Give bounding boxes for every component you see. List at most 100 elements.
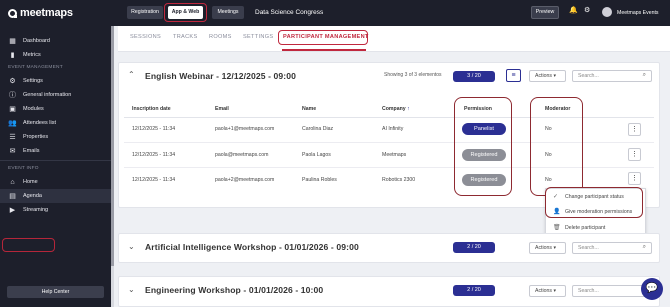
gear-icon: ⚙ <box>9 78 16 85</box>
cell-company: Meetmaps <box>382 152 407 158</box>
cell-name: Paola Lagos <box>302 152 331 158</box>
cell-date: 12/12/2025 - 11:34 <box>132 177 176 183</box>
sort-arrow-icon: ↑ <box>407 106 410 112</box>
chat-support-button[interactable]: 💬 <box>641 278 663 300</box>
top-bar: Registration App & Web Meetings Data Sci… <box>111 0 670 26</box>
avatar[interactable] <box>602 7 612 17</box>
tab-highlight <box>278 30 368 45</box>
caret-down-icon: ▾ <box>553 245 557 251</box>
chat-icon: 💬 <box>645 283 659 294</box>
moderator-column-highlight <box>530 97 583 196</box>
sidebar-scrollbar-thumb[interactable] <box>111 26 114 266</box>
sidebar-item-settings[interactable]: ⚙ Settings <box>0 74 111 88</box>
active-tab-indicator <box>282 49 366 51</box>
sidebar-item-properties[interactable]: ☰ Properties <box>0 130 111 144</box>
row-options-button[interactable]: ⋮ <box>628 172 641 185</box>
search-icon: ⌕ <box>642 244 646 250</box>
more-vertical-icon: ⋮ <box>631 151 638 158</box>
actions-dropdown[interactable]: Actions ▾ <box>529 242 566 254</box>
row-options-button[interactable]: ⋮ <box>628 123 641 136</box>
calendar-icon: ▤ <box>9 193 16 200</box>
more-vertical-icon: ⋮ <box>631 126 638 133</box>
session-card: ⌄ Engineering Workshop - 01/01/2026 - 10… <box>118 276 660 307</box>
column-header-name[interactable]: Name <box>302 106 316 112</box>
sidebar: meetmaps ▦ Dashboard ▮ Metrics EVENT MAN… <box>0 0 111 307</box>
grid-icon: ▦ <box>9 38 16 45</box>
sidebar-item-general-information[interactable]: ⓘ General information <box>0 88 111 102</box>
capacity-badge: 2 / 20 <box>453 285 495 296</box>
column-header-company[interactable]: Company ↑ <box>382 106 410 112</box>
meetings-button[interactable]: Meetings <box>212 6 244 19</box>
chevron-down-icon[interactable]: ⌄ <box>128 285 135 294</box>
cell-company: AI Infinity <box>382 126 404 132</box>
filter-button[interactable]: ≡ <box>506 69 521 82</box>
registration-button[interactable]: Registration <box>127 6 163 19</box>
session-card: ⌄ Artificial Intelligence Workshop - 01/… <box>118 233 660 263</box>
tab-tracks[interactable]: TRACKS <box>173 34 198 40</box>
tabs-bar: SESSIONS TRACKS ROOMS SETTINGS PARTICIPA… <box>118 26 670 52</box>
section-event-info: EVENT INFO <box>8 166 39 171</box>
more-vertical-icon: ⋮ <box>631 175 638 182</box>
session-title: Artificial Intelligence Workshop - 01/01… <box>145 242 359 252</box>
gear-icon[interactable]: ⚙ <box>584 6 590 14</box>
sidebar-item-attendees-list[interactable]: 👥 Attendees list <box>0 116 111 130</box>
properties-icon: ☰ <box>9 134 16 141</box>
sidebar-divider <box>0 160 111 161</box>
cell-email: paola@meetmaps.com <box>215 152 269 158</box>
info-icon: ⓘ <box>9 92 16 99</box>
tab-rooms[interactable]: ROOMS <box>209 34 232 40</box>
cell-date: 12/12/2025 - 11:34 <box>132 152 176 158</box>
streaming-icon: ▶ <box>9 207 16 214</box>
home-icon: ⌂ <box>10 178 15 186</box>
sidebar-item-agenda[interactable]: ▤ Agenda <box>0 189 111 203</box>
tab-settings[interactable]: SETTINGS <box>243 34 273 40</box>
help-center-button[interactable]: Help Center <box>7 286 104 298</box>
cell-company: Robotics 2300 <box>382 177 416 183</box>
cell-name: Paulina Robles <box>302 177 337 183</box>
search-input[interactable]: Search... ⌕ <box>572 70 652 82</box>
sidebar-item-modules[interactable]: ▣ Modules <box>0 102 111 116</box>
menu-highlight <box>545 187 643 218</box>
cell-name: Carolina Diaz <box>302 126 334 132</box>
sidebar-item-streaming[interactable]: ▶ Streaming <box>0 203 111 217</box>
cell-email: paola+1@meetmaps.com <box>215 126 275 132</box>
search-icon: ⌕ <box>642 72 646 78</box>
section-event-management: EVENT MANAGEMENT <box>8 65 63 70</box>
showing-count: Showing 3 of 3 elementos <box>384 72 442 78</box>
preview-button[interactable]: Preview <box>531 6 559 19</box>
sidebar-item-home[interactable]: ⌂ Home <box>0 175 111 189</box>
actions-dropdown[interactable]: Actions ▾ <box>529 70 566 82</box>
session-title: English Webinar - 12/12/2025 - 09:00 <box>145 71 297 81</box>
caret-down-icon: ▾ <box>553 288 557 294</box>
agenda-highlight <box>2 238 55 252</box>
search-input[interactable]: Search... ⌕ <box>572 242 652 254</box>
capacity-badge: 3 / 20 <box>453 71 495 82</box>
meetmaps-logo[interactable]: meetmaps <box>0 0 111 26</box>
app-web-highlight <box>164 3 207 22</box>
chevron-down-icon[interactable]: ⌄ <box>128 242 135 251</box>
actions-dropdown[interactable]: Actions ▾ <box>529 285 566 297</box>
caret-down-icon: ▾ <box>553 73 557 79</box>
search-input[interactable]: Search... ⌕ <box>572 285 652 297</box>
capacity-badge: 2 / 20 <box>453 242 495 253</box>
chevron-up-icon[interactable]: ⌃ <box>128 70 135 79</box>
mail-icon: ✉ <box>9 148 16 155</box>
bar-chart-icon: ▮ <box>10 52 15 59</box>
cell-date: 12/12/2025 - 11:34 <box>132 126 176 132</box>
row-options-button[interactable]: ⋮ <box>628 148 641 161</box>
cell-email: paola+2@meetmaps.com <box>215 177 275 183</box>
logo-mark-icon <box>8 8 17 18</box>
users-icon: 👥 <box>8 120 17 127</box>
column-header-inscription-date[interactable]: Inscription date <box>132 106 171 112</box>
filter-icon: ≡ <box>511 72 516 79</box>
account-name[interactable]: Meetmaps Events <box>617 0 659 26</box>
sidebar-item-metrics[interactable]: ▮ Metrics <box>0 48 111 62</box>
modules-icon: ▣ <box>9 106 16 113</box>
bell-icon[interactable]: 🔔 <box>569 6 578 14</box>
event-title: Data Science Congress <box>255 9 324 16</box>
sidebar-item-emails[interactable]: ✉ Emails <box>0 144 111 158</box>
tab-sessions[interactable]: SESSIONS <box>130 34 161 40</box>
sidebar-item-dashboard[interactable]: ▦ Dashboard <box>0 34 111 48</box>
session-title: Engineering Workshop - 01/01/2026 - 10:0… <box>145 285 324 295</box>
column-header-email[interactable]: Email <box>215 106 229 112</box>
